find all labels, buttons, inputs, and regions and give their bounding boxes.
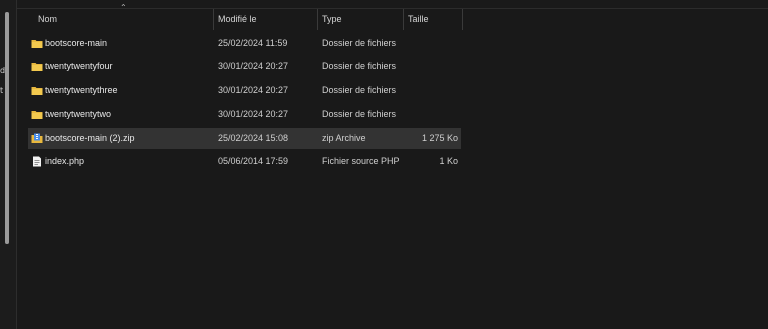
nav-item-fragment[interactable]: d: [0, 66, 5, 75]
file-name: twentytwentytwo: [45, 109, 112, 119]
file-type: Dossier de fichiers: [322, 109, 397, 119]
folder-icon: [31, 87, 43, 95]
folder-icon: [31, 111, 43, 119]
file-size: 1 Ko: [439, 156, 458, 166]
file-name: bootscore-main (2).zip: [45, 133, 135, 143]
column-header-name[interactable]: Nom: [34, 9, 214, 30]
file-row[interactable]: bootscore-main (2).zip 25/02/2024 15:08 zi…: [28, 128, 461, 149]
file-name: twentytwentyfour: [45, 61, 113, 71]
file-name: twentytwentythree: [45, 85, 118, 95]
zip-archive-icon: [31, 133, 43, 143]
file-modified-date: 30/01/2024 20:27: [218, 85, 289, 95]
file-modified-date: 30/01/2024 20:27: [218, 61, 289, 71]
file-explorer-window: d t ⌃ Nom Modifié le Type Taille bootsco…: [0, 0, 768, 329]
php-file-icon: [33, 156, 41, 167]
file-modified-date: 25/02/2024 15:08: [218, 133, 289, 143]
column-header-size[interactable]: Taille: [404, 9, 463, 30]
file-name: index.php: [45, 156, 85, 166]
nav-item-fragment[interactable]: t: [0, 86, 3, 95]
navigation-pane-edge: d t: [0, 0, 16, 329]
pane-divider[interactable]: [16, 0, 17, 329]
file-type: Dossier de fichiers: [322, 38, 397, 48]
column-header-modified[interactable]: Modifié le: [214, 9, 318, 30]
file-modified-date: 05/06/2014 17:59: [218, 156, 289, 166]
folder-icon: [31, 63, 43, 71]
file-modified-date: 25/02/2024 11:59: [218, 38, 288, 48]
file-row[interactable]: twentytwentythree 30/01/2024 20:27 Dossier…: [28, 80, 461, 101]
file-row[interactable]: bootscore-main 25/02/2024 11:59 Dossier de…: [28, 33, 461, 54]
file-type: Dossier de fichiers: [322, 61, 397, 71]
column-header-bar: ⌃ Nom Modifié le Type Taille: [17, 3, 768, 30]
file-type: Fichier source PHP: [322, 156, 400, 166]
file-type: Dossier de fichiers: [322, 85, 397, 95]
file-row[interactable]: twentytwentytwo 30/01/2024 20:27 Dossier d…: [28, 104, 461, 125]
toolbar-edge: [17, 0, 768, 8]
file-type: zip Archive: [322, 133, 366, 143]
file-row[interactable]: twentytwentyfour 30/01/2024 20:27 Dossier …: [28, 56, 461, 77]
nav-scrollbar-thumb[interactable]: [5, 12, 9, 244]
file-modified-date: 30/01/2024 20:27: [218, 109, 289, 119]
file-size: 1 275 Ko: [421, 133, 458, 143]
folder-icon: [31, 40, 43, 48]
column-header-type[interactable]: Type: [318, 9, 404, 30]
file-name: bootscore-main: [45, 38, 108, 48]
file-row[interactable]: index.php 05/06/2014 17:59 Fichier source …: [28, 151, 461, 172]
